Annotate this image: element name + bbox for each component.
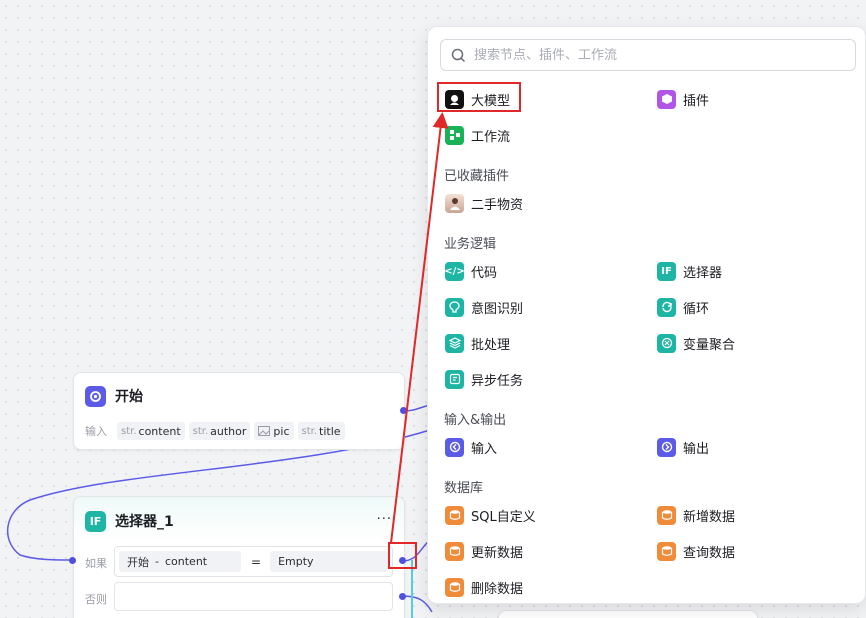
loop-icon <box>657 297 676 317</box>
param-tag-pic: pic <box>254 422 294 440</box>
item-second-hand[interactable]: 二手物资 <box>445 191 523 215</box>
intent-icon <box>445 297 464 317</box>
selector-node[interactable]: IF 选择器_1 ··· 如果 开始 - content = Empty 否则 <box>73 496 405 618</box>
selector-input-port[interactable] <box>69 557 76 564</box>
item-db-update[interactable]: 更新数据 <box>445 539 523 563</box>
start-node-output-port[interactable] <box>400 407 407 414</box>
start-node[interactable]: 开始 输入 str. content str. author pic str. tit… <box>73 372 405 450</box>
input-icon <box>445 437 464 457</box>
db-query-icon <box>657 541 676 561</box>
section-title-business-logic: 业务逻辑 <box>444 237 497 252</box>
more-options-icon[interactable]: ··· <box>377 512 392 527</box>
param-tag-title: str. title <box>297 422 345 440</box>
item-output[interactable]: 输出 <box>657 435 709 459</box>
else-label: 否则 <box>85 593 107 606</box>
code-icon: </> <box>444 261 465 281</box>
hidden-node-edge <box>498 610 758 618</box>
db-add-icon <box>657 505 676 525</box>
item-db-add[interactable]: 新增数据 <box>657 503 735 527</box>
item-loop[interactable]: 循环 <box>657 295 709 319</box>
section-title-io: 输入&输出 <box>444 413 507 428</box>
search-box[interactable] <box>440 39 856 71</box>
start-node-icon <box>85 385 106 407</box>
llm-highlight-box <box>437 82 521 112</box>
condition-operator[interactable]: = <box>251 555 261 569</box>
search-icon <box>451 48 466 62</box>
search-input[interactable] <box>474 47 834 63</box>
plugin-icon <box>657 89 676 109</box>
image-icon <box>258 426 271 436</box>
item-aggregate[interactable]: 变量聚合 <box>657 331 735 355</box>
condition-row[interactable]: 开始 - content = Empty <box>114 546 393 577</box>
sql-icon <box>445 505 464 525</box>
else-row[interactable] <box>114 582 393 611</box>
db-delete-icon <box>445 577 464 597</box>
avatar-icon <box>445 193 464 213</box>
add-node-panel: 大模型 插件 工作流 已收藏插件 二手物资 业务逻辑 </> 代码 IF 选择器… <box>427 26 866 604</box>
async-task-icon <box>445 369 464 389</box>
batch-icon <box>445 333 464 353</box>
item-workflow[interactable]: 工作流 <box>445 123 510 147</box>
condition-right-operand[interactable]: Empty <box>270 551 389 572</box>
section-title-favorites: 已收藏插件 <box>444 169 510 184</box>
item-intent[interactable]: 意图识别 <box>445 295 523 319</box>
param-tag-content: str. content <box>117 422 185 440</box>
selector-node-title: 选择器_1 <box>115 514 174 530</box>
item-selector[interactable]: IF 选择器 <box>657 259 722 283</box>
param-tag-author: str. author <box>188 422 251 440</box>
section-title-database: 数据库 <box>444 481 484 496</box>
port-highlight-box <box>388 542 417 569</box>
if-icon: IF <box>657 261 676 281</box>
selector-else-output-port[interactable] <box>399 593 406 600</box>
output-icon <box>657 437 676 457</box>
item-code[interactable]: </> 代码 <box>444 259 497 283</box>
item-input[interactable]: 输入 <box>445 435 497 459</box>
if-label: 如果 <box>85 557 107 570</box>
item-batch[interactable]: 批处理 <box>445 331 510 355</box>
condition-left-operand[interactable]: 开始 - content <box>119 551 241 572</box>
item-db-delete[interactable]: 删除数据 <box>445 575 523 599</box>
start-node-title: 开始 <box>115 389 143 405</box>
db-update-icon <box>445 541 464 561</box>
item-async-task[interactable]: 异步任务 <box>445 367 523 391</box>
aggregate-icon <box>657 333 676 353</box>
item-sql[interactable]: SQL自定义 <box>445 503 536 527</box>
item-plugin[interactable]: 插件 <box>657 87 709 111</box>
item-db-query[interactable]: 查询数据 <box>657 539 735 563</box>
start-node-input-label: 输入 <box>85 425 107 438</box>
workflow-icon <box>445 125 464 145</box>
if-icon: IF <box>85 510 106 532</box>
